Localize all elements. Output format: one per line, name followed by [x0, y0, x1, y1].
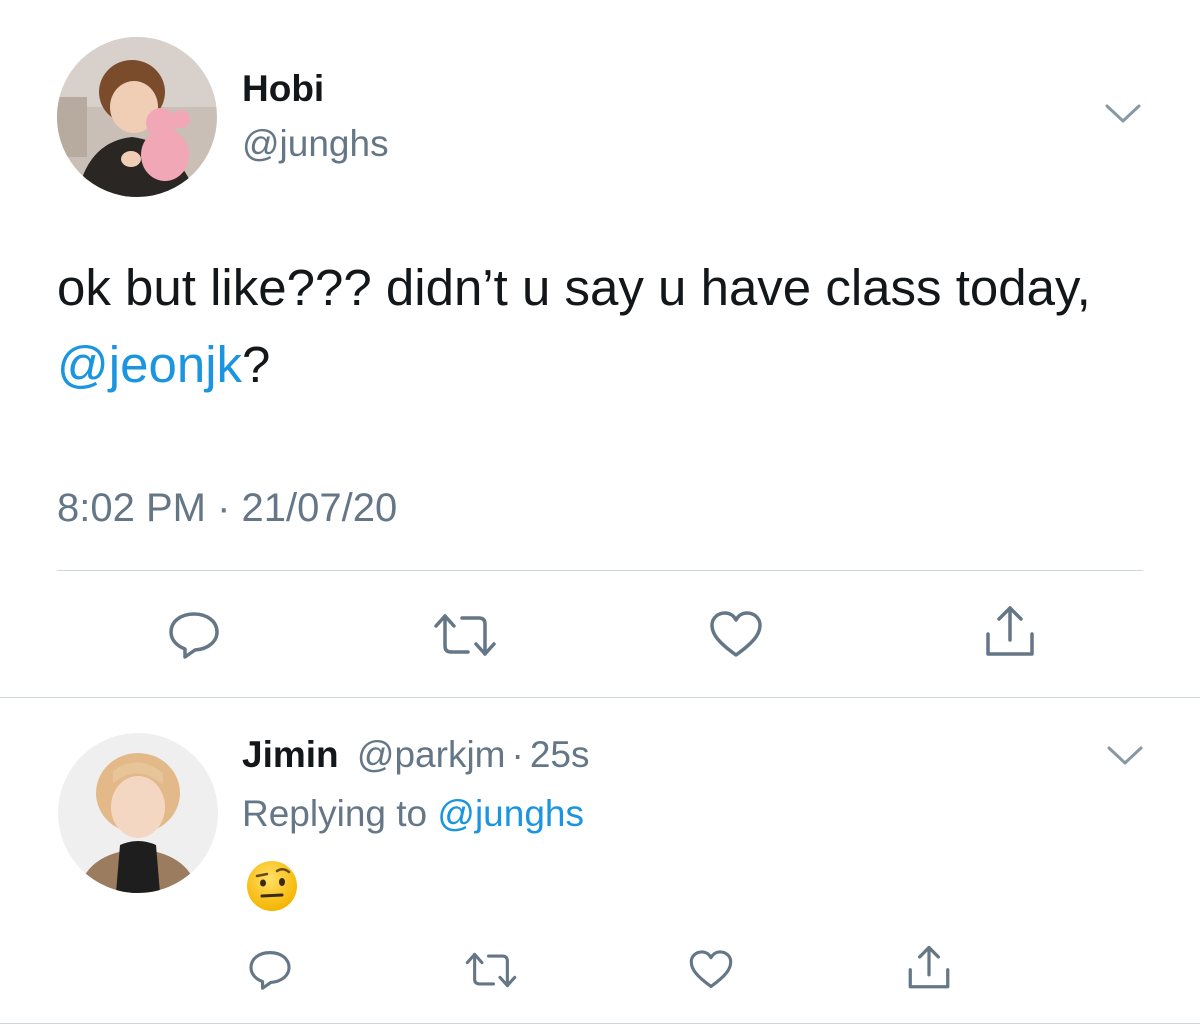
reply-header: Jimin @parkjm · 25s [242, 733, 589, 777]
divider [0, 1023, 1200, 1024]
avatar-hobi[interactable] [57, 37, 217, 197]
reply-icon[interactable] [165, 609, 223, 661]
retweet-icon[interactable] [464, 951, 518, 989]
reply-icon[interactable] [246, 948, 294, 992]
like-icon[interactable] [708, 610, 764, 660]
divider [0, 697, 1200, 698]
reply-separator: · [511, 734, 524, 775]
replying-to-label: Replying to [242, 793, 438, 834]
like-icon[interactable] [688, 949, 734, 991]
author-handle[interactable]: @junghs [242, 123, 389, 165]
tweet-timestamp[interactable]: 8:02 PM · 21/07/20 [57, 485, 397, 531]
retweet-icon[interactable] [432, 612, 498, 658]
reply-display-name[interactable]: Jimin [242, 734, 339, 775]
raised-eyebrow-emoji [245, 859, 299, 918]
tweet-text: ok but like??? didn’t u say u have class… [57, 249, 1157, 403]
replying-to-link[interactable]: @junghs [437, 793, 584, 834]
tweet-text-end: ? [242, 336, 271, 393]
reply-handle[interactable]: @parkjm [357, 734, 506, 775]
tweet-text-body: ok but like??? didn’t u say u have class… [57, 259, 1091, 316]
reply-time[interactable]: 25s [530, 734, 590, 775]
replying-to: Replying to @junghs [242, 792, 584, 836]
chevron-down-icon[interactable] [1104, 102, 1142, 126]
author-display-name[interactable]: Hobi [242, 68, 324, 110]
divider [57, 570, 1143, 571]
share-icon[interactable] [983, 604, 1037, 660]
avatar-jimin[interactable] [58, 733, 218, 893]
mention-link[interactable]: @jeonjk [57, 336, 242, 393]
chevron-down-icon[interactable] [1106, 744, 1144, 768]
share-icon[interactable] [906, 944, 952, 992]
